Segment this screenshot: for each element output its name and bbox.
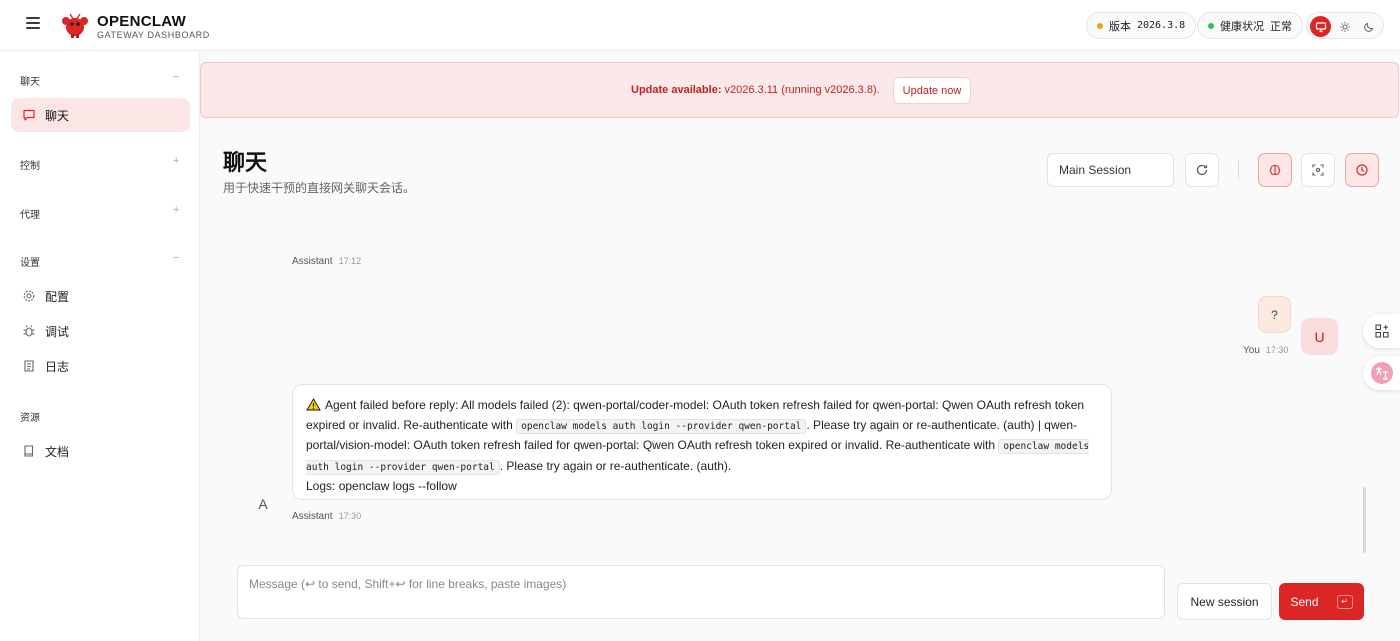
focus-icon <box>1312 164 1324 176</box>
gear-icon <box>23 290 35 302</box>
assistant-message-bubble: Agent failed before reply: All models fa… <box>292 384 1112 500</box>
update-banner: Update available: v2026.3.11 (running v2… <box>200 62 1399 118</box>
message-sender: Assistant <box>292 511 333 522</box>
user-message-bubble: ? <box>1258 296 1291 333</box>
expand-agent-toggle[interactable]: + <box>173 204 179 216</box>
new-session-button[interactable]: New session <box>1177 583 1272 620</box>
assistant-avatar: A <box>258 496 268 512</box>
sidebar-item-label: 文档 <box>45 444 70 459</box>
collapse-chat-toggle[interactable]: − <box>173 71 179 83</box>
sidebar-item-logs[interactable]: 日志 <box>11 349 190 383</box>
section-label-chat: 聊天 <box>20 77 40 88</box>
clock-icon <box>1356 164 1368 176</box>
enter-key-icon: ↵ <box>1336 594 1353 609</box>
health-label: 健康状况 <box>1220 20 1264 33</box>
refresh-icon <box>1196 164 1208 176</box>
sidebar: 聊天 − 聊天 控制 + 代理 + 设置 − 配置 调试 日志 资源 文档 <box>0 51 200 641</box>
message-meta: Assistant 17:12 <box>292 256 361 267</box>
sidebar-item-docs[interactable]: 文档 <box>11 434 190 468</box>
bug-icon <box>23 325 35 337</box>
translate-float-button[interactable] <box>1363 356 1400 390</box>
book-icon <box>24 445 34 457</box>
send-button[interactable]: Send ↵ <box>1279 583 1364 620</box>
sidebar-item-label: 日志 <box>45 359 70 374</box>
message-sender: Assistant <box>292 256 333 267</box>
focus-mode-button[interactable] <box>1301 153 1335 187</box>
version-value: 2026.3.8 <box>1137 20 1186 31</box>
expand-control-toggle[interactable]: + <box>173 155 179 167</box>
theme-switcher <box>1306 12 1384 39</box>
sidebar-item-chat[interactable]: 聊天 <box>11 98 190 132</box>
chat-icon <box>23 109 35 121</box>
version-status-dot <box>1097 22 1103 29</box>
section-label-control: 控制 <box>20 161 40 172</box>
user-avatar: U <box>1301 318 1338 355</box>
lobster-logo-icon <box>62 13 88 38</box>
history-button[interactable] <box>1345 153 1379 187</box>
apps-float-button[interactable] <box>1363 314 1400 348</box>
message-time: 17:30 <box>1265 345 1289 355</box>
sidebar-item-label: 调试 <box>45 324 70 339</box>
message-meta: You 17:30 <box>1243 345 1288 356</box>
update-now-button[interactable]: Update now <box>893 77 971 104</box>
brand-title: OPENCLAW <box>97 13 187 30</box>
moon-icon[interactable] <box>1358 16 1379 37</box>
sidebar-item-label: 聊天 <box>45 108 70 123</box>
message-time: 17:12 <box>338 256 362 266</box>
message-input[interactable] <box>249 577 1153 607</box>
page-title: 聊天 <box>223 150 268 175</box>
health-value: 正常 <box>1270 20 1292 33</box>
message-composer[interactable] <box>237 565 1165 619</box>
scroll-icon <box>24 360 34 372</box>
version-badge: 版本 2026.3.8 <box>1086 12 1197 39</box>
top-bar: OPENCLAW GATEWAY DASHBOARD 版本 2026.3.8 健… <box>0 0 1400 51</box>
brain-icon <box>1269 164 1281 176</box>
update-prefix: Update available: <box>631 84 722 96</box>
error-text: . Please try again or re-authenticate. (… <box>499 458 732 473</box>
message-meta: Assistant 17:30 <box>292 511 361 522</box>
update-message: Update available: v2026.3.11 (running v2… <box>631 84 880 96</box>
sidebar-item-label: 配置 <box>45 289 70 304</box>
session-select[interactable]: Main Session <box>1047 153 1174 187</box>
collapse-settings-toggle[interactable]: − <box>173 252 179 264</box>
apps-add-icon <box>1374 324 1389 338</box>
health-badge: 健康状况 正常 <box>1197 12 1303 39</box>
monitor-icon[interactable] <box>1310 16 1331 37</box>
auth-command-code: openclaw models auth login --provider qw… <box>516 418 807 434</box>
version-label: 版本 <box>1109 20 1131 33</box>
send-label: Send <box>1290 594 1319 609</box>
sidebar-item-debug[interactable]: 调试 <box>11 314 190 348</box>
update-version-text: v2026.3.11 (running v2026.3.8). <box>724 84 880 96</box>
brain-toggle-button[interactable] <box>1258 153 1292 187</box>
menu-icon[interactable] <box>26 17 42 31</box>
sidebar-item-config[interactable]: 配置 <box>11 279 190 313</box>
logs-hint: Logs: openclaw logs --follow <box>306 479 457 493</box>
brand-subtitle: GATEWAY DASHBOARD <box>97 30 210 40</box>
message-time: 17:30 <box>338 511 362 521</box>
section-label-agent: 代理 <box>20 210 40 221</box>
sun-icon[interactable] <box>1334 16 1355 37</box>
toolbar-divider <box>1238 161 1239 179</box>
section-label-settings: 设置 <box>20 258 40 269</box>
warning-icon <box>306 398 321 411</box>
message-sender: You <box>1243 345 1260 356</box>
section-label-resources: 资源 <box>20 413 40 424</box>
chat-scrollbar[interactable] <box>1363 487 1366 553</box>
translate-icon <box>1370 362 1393 384</box>
refresh-button[interactable] <box>1185 153 1219 187</box>
page-subtitle: 用于快速干预的直接网关聊天会话。 <box>223 181 416 195</box>
health-status-dot <box>1208 22 1214 29</box>
